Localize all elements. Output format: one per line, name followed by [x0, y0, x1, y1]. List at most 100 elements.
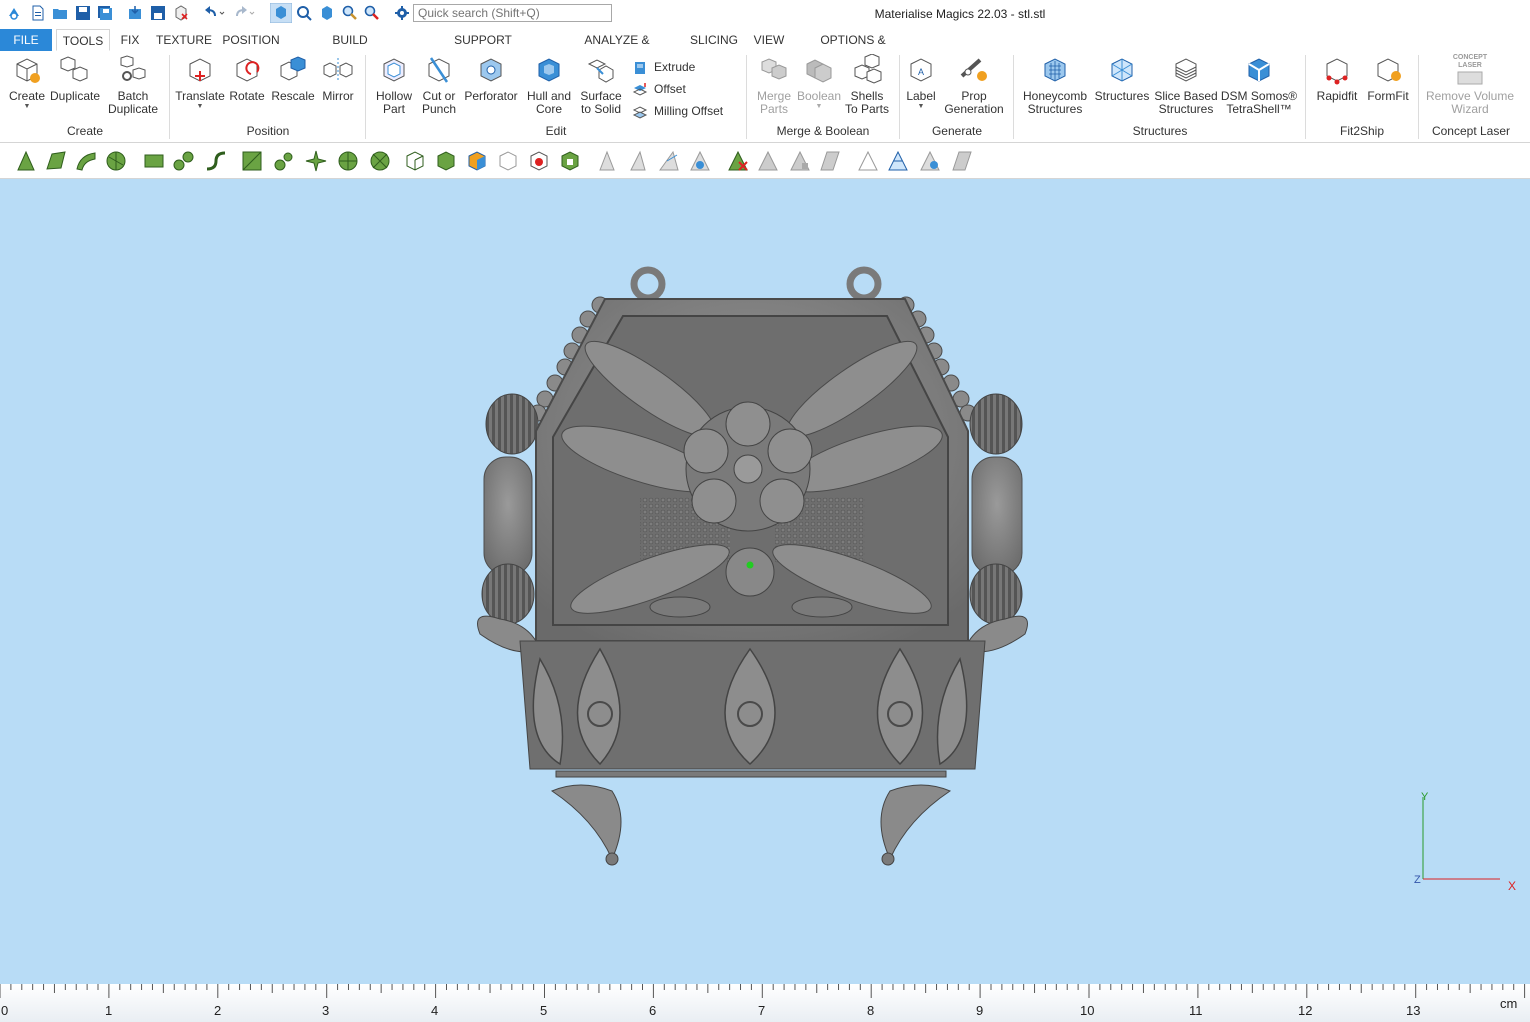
unmark-part-icon[interactable] [496, 149, 520, 173]
triangle-flat-icon[interactable] [950, 149, 974, 173]
tab-view[interactable]: VIEW [752, 29, 786, 51]
mirror-button[interactable]: Mirror [318, 54, 358, 103]
milling-offset-button[interactable]: Milling Offset [632, 102, 723, 120]
delete-triangles-icon[interactable] [726, 149, 750, 173]
triangle-mode-icon[interactable] [595, 149, 619, 173]
ruler-label: 9 [976, 1003, 984, 1018]
label-button[interactable]: A Label ▼ [902, 54, 940, 111]
save-part-icon[interactable] [150, 5, 166, 21]
rotate-button[interactable]: Rotate [226, 54, 268, 103]
select-curve-icon[interactable] [204, 149, 228, 173]
undo-icon[interactable] [203, 5, 225, 21]
structures-button[interactable]: Structures [1093, 54, 1151, 103]
select-star-icon[interactable] [304, 149, 328, 173]
save-icon[interactable] [75, 5, 91, 21]
rescale-button[interactable]: Rescale [270, 54, 316, 103]
remove-volume-icon [1457, 71, 1483, 85]
shells-to-parts-button[interactable]: Shells To Parts [844, 54, 890, 116]
surface-to-solid-button[interactable]: Surface to Solid [578, 54, 624, 116]
tab-position[interactable]: POSITION [222, 29, 280, 51]
triangle-gray-3-icon[interactable] [818, 149, 842, 173]
triangle-eye-icon[interactable] [918, 149, 942, 173]
redo-icon[interactable] [233, 5, 255, 21]
rescale-icon [280, 56, 306, 81]
select-sphere-icon[interactable] [336, 149, 360, 173]
window-title: Materialise Magics 22.03 - stl.stl [874, 7, 1046, 21]
tab-support-generation[interactable]: SUPPORT GENERATION [420, 29, 546, 69]
remove-volume-wizard-button[interactable]: CONCEPT LASER Remove Volume Wizard [1424, 54, 1516, 116]
unload-part-icon[interactable] [173, 5, 189, 21]
triangle-gray-2-icon[interactable] [788, 149, 812, 173]
open-file-icon[interactable] [52, 5, 68, 21]
triangle-outline-icon[interactable] [856, 149, 880, 173]
settings-gear-icon[interactable] [394, 5, 410, 21]
select-connected-icon[interactable] [172, 149, 196, 173]
triangle-mode-4-icon[interactable] [688, 149, 712, 173]
perforator-button[interactable]: Perforator [462, 54, 520, 103]
mirror-icon [323, 58, 353, 82]
tab-options-help[interactable]: OPTIONS & HELP [804, 29, 902, 69]
3d-viewport[interactable]: Y Z X [0, 179, 1530, 984]
tab-file[interactable]: FILE [0, 29, 52, 51]
translate-button[interactable]: Translate ▼ [174, 54, 226, 111]
select-parts-icon[interactable] [270, 3, 292, 23]
select-polyline-icon[interactable] [272, 149, 296, 173]
cut-or-punch-button[interactable]: Cut or Punch [418, 54, 460, 116]
zoom-part-icon[interactable] [296, 5, 312, 21]
hull-and-core-button[interactable]: Hull and Core [522, 54, 576, 116]
tab-analyze-report[interactable]: ANALYZE & REPORT [564, 29, 670, 69]
quick-search-input[interactable] [413, 4, 612, 22]
mark-shell-icon[interactable] [434, 149, 458, 173]
prop-label-1: Prop [961, 89, 987, 103]
mark-part-icon[interactable] [403, 149, 427, 173]
honeycomb-structures-button[interactable]: Honeycomb Structures [1020, 54, 1090, 116]
triangle-mode-3-icon[interactable] [657, 149, 681, 173]
select-triangle-icon[interactable] [14, 149, 38, 173]
zoom-icon[interactable] [342, 5, 358, 21]
ruler-label: 3 [322, 1003, 330, 1018]
batch-duplicate-button[interactable]: Batch Duplicate [104, 54, 162, 116]
view-part-icon[interactable] [319, 5, 335, 21]
duplicate-button[interactable]: Duplicate [48, 54, 102, 103]
logo-text-2: LASER [1458, 62, 1482, 69]
slice-label-2: Structures [1158, 102, 1214, 116]
pendant-model[interactable] [477, 266, 1028, 866]
hollow-part-button[interactable]: Hollow Part [372, 54, 416, 116]
formfit-button[interactable]: FormFit [1364, 54, 1412, 103]
tab-fix[interactable]: FIX [116, 29, 144, 51]
select-window-icon[interactable] [240, 149, 264, 173]
tab-build-preparation[interactable]: BUILD PREPARATION [294, 29, 406, 69]
invert-mark-icon[interactable] [527, 149, 551, 173]
group-label-position: Position [246, 124, 290, 138]
extrude-icon [635, 61, 645, 74]
merge-parts-button[interactable]: Merge Parts [754, 54, 794, 116]
new-file-icon[interactable] [30, 5, 46, 21]
label-label: Label [906, 89, 936, 103]
zoom-reset-icon[interactable] [364, 5, 380, 21]
tab-texture[interactable]: TEXTURE [156, 29, 212, 51]
triangle-gray-icon[interactable] [756, 149, 780, 173]
select-box-icon[interactable] [142, 149, 166, 173]
rapidfit-button[interactable]: Rapidfit [1312, 54, 1362, 103]
triangle-mode-2-icon[interactable] [626, 149, 650, 173]
extrude-button[interactable]: Extrude [632, 58, 695, 76]
select-surface-icon[interactable] [74, 149, 98, 173]
prop-generation-button[interactable]: Prop Generation [942, 54, 1006, 116]
boolean-button[interactable]: Boolean ▼ [796, 54, 842, 111]
save-all-icon[interactable] [97, 5, 113, 21]
select-plane-icon[interactable] [44, 149, 68, 173]
select-shell-icon[interactable] [104, 149, 128, 173]
select-wireframe-icon[interactable] [368, 149, 392, 173]
expand-mark-icon[interactable] [558, 149, 582, 173]
translate-icon [189, 58, 211, 82]
triangle-blue-icon[interactable] [886, 149, 910, 173]
tab-slicing[interactable]: SLICING [690, 29, 738, 51]
import-part-icon[interactable] [127, 5, 143, 21]
offset-button[interactable]: Offset [632, 80, 686, 98]
create-button[interactable]: Create ▼ [6, 54, 48, 111]
dsm-somos-tetrashell-button[interactable]: DSM Somos® TetraShell™ [1220, 54, 1298, 116]
mark-colored-icon[interactable] [465, 149, 489, 173]
surface-label-1: Surface [580, 89, 622, 103]
tab-tools[interactable]: TOOLS [56, 29, 110, 51]
slice-based-structures-button[interactable]: Slice Based Structures [1154, 54, 1218, 116]
